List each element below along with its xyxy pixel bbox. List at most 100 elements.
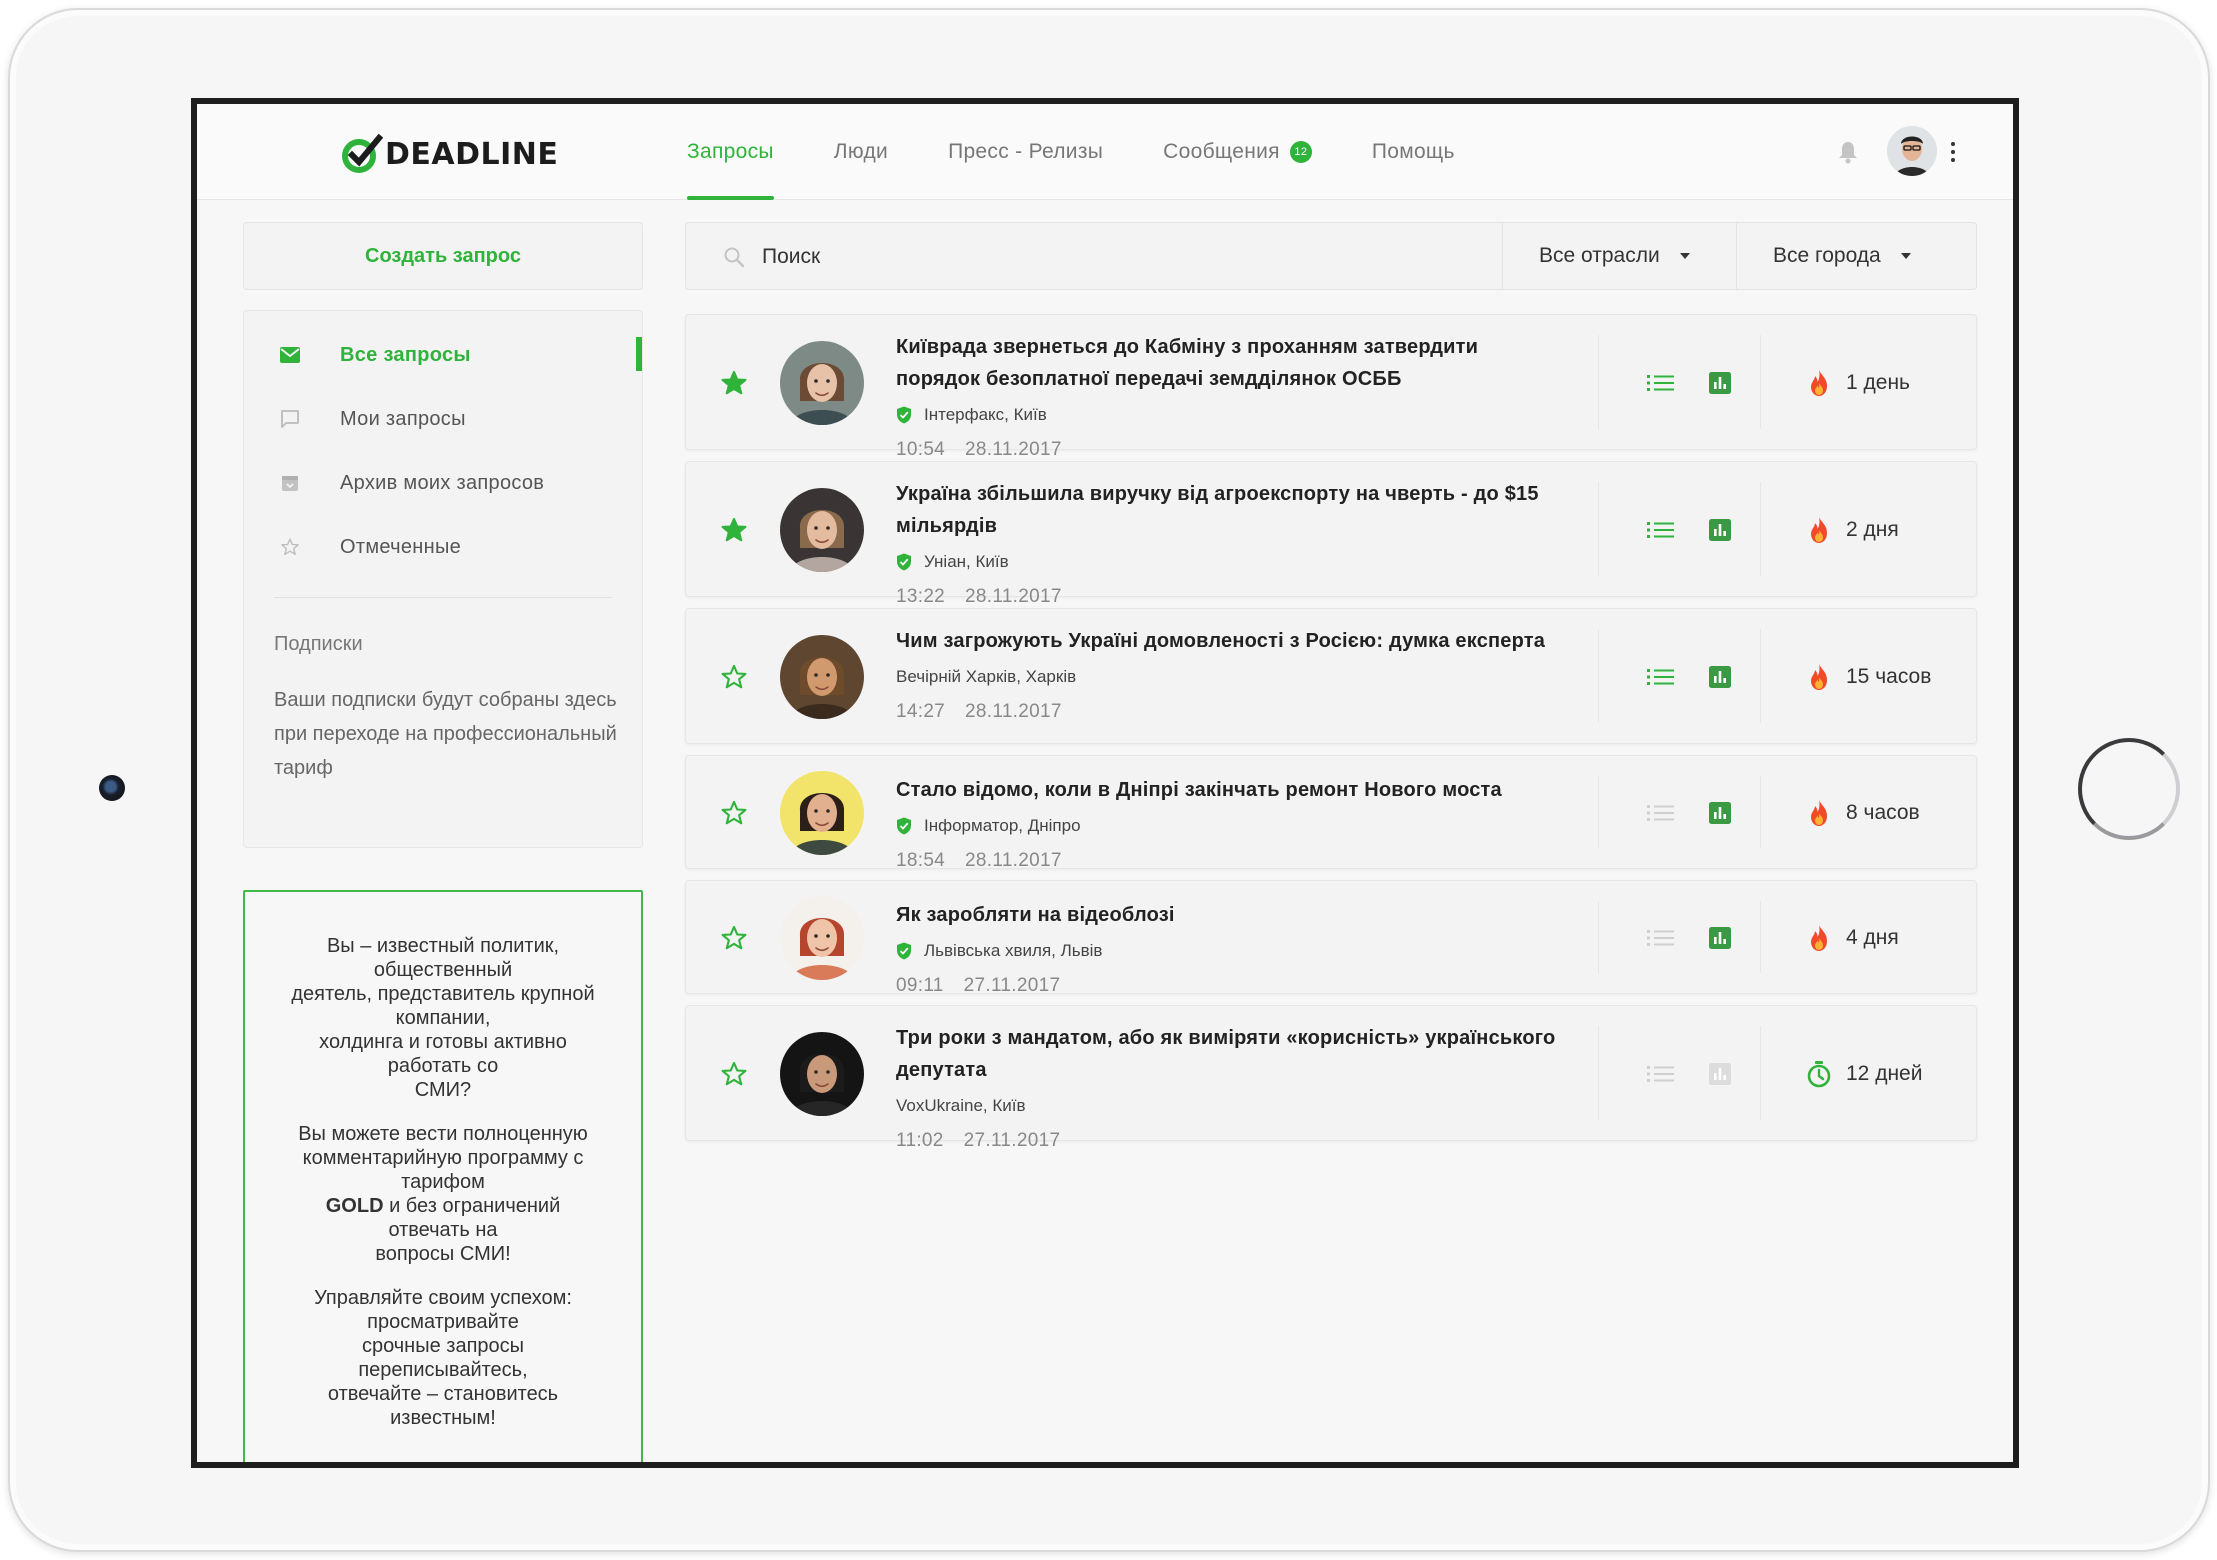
bar-chart-icon[interactable] [1708, 371, 1732, 395]
bar-chart-icon[interactable] [1708, 926, 1732, 950]
list-icon[interactable] [1646, 801, 1676, 825]
request-title[interactable]: Чим загрожують Україні домовленості з Ро… [896, 625, 1556, 657]
request-card[interactable]: Три роки з мандатом, або як виміряти «ко… [685, 1005, 1977, 1151]
star-filled-icon[interactable] [720, 369, 748, 397]
nav-label: Помощь [1371, 140, 1455, 163]
bar-chart-icon[interactable] [1708, 518, 1732, 542]
nav-label: Люди [833, 140, 889, 163]
nav-item-help[interactable]: Помощь [1372, 104, 1455, 200]
user-avatar[interactable] [1887, 126, 1937, 176]
author-photo [780, 1032, 864, 1116]
bar-chart-icon[interactable] [1708, 665, 1732, 689]
divider [1760, 1026, 1761, 1120]
request-body: Україна збільшила виручку від агроекспор… [896, 478, 1556, 608]
request-date: 27.11.2017 [963, 1130, 1061, 1151]
logo-text: DEADLINE [385, 136, 559, 172]
request-meta: 14:27 28.11.2017 [896, 701, 1556, 723]
request-date: 28.11.2017 [965, 850, 1062, 871]
request-body: Як заробляти на відеоблозі Львівська хви… [896, 899, 1556, 997]
source-label: VoxUkraine, Київ [896, 1096, 1026, 1115]
star-filled-icon[interactable] [720, 516, 748, 544]
source-label: Вечірній Харків, Харків [896, 667, 1077, 686]
list-icon[interactable] [1646, 518, 1676, 542]
request-card[interactable]: Чим загрожують Україні домовленості з Ро… [685, 608, 1977, 744]
nav-item-messages[interactable]: Сообщения 12 [1163, 104, 1312, 200]
nav-item-requests[interactable]: Запросы [687, 104, 774, 200]
list-icon[interactable] [1646, 371, 1676, 395]
sidebar-item-my-requests[interactable]: Мои запросы [244, 391, 642, 447]
sidebar-item-label: Архив моих запросов [340, 471, 545, 494]
request-time: 13:22 [896, 586, 946, 607]
star-outline-icon[interactable] [720, 663, 748, 691]
kebab-menu-icon[interactable] [1947, 132, 1959, 172]
star-outline-icon[interactable] [720, 799, 748, 827]
deadline-indicator: 8 часов [1806, 799, 1920, 827]
source-label: Інформатор, Дніпро [924, 816, 1081, 835]
request-card[interactable]: Стало відомо, коли в Дніпрі закінчать ре… [685, 755, 1977, 872]
request-title[interactable]: Стало відомо, коли в Дніпрі закінчать ре… [896, 774, 1556, 806]
list-icon[interactable] [1646, 1062, 1676, 1086]
bar-chart-icon[interactable] [1708, 1062, 1732, 1086]
promo-tariff-name: GOLD [325, 1195, 384, 1217]
request-title[interactable]: Київрада звернеться до Кабміну з проханн… [896, 331, 1556, 395]
nav-item-people[interactable]: Люди [834, 104, 888, 200]
author-avatar[interactable] [780, 771, 864, 855]
sidebar-item-label: Отмеченные [340, 535, 462, 558]
subscriptions-title: Подписки [274, 633, 363, 655]
create-request-button[interactable]: Создать запрос [243, 222, 643, 290]
search-bar: Все отрасли Все города [685, 222, 1977, 290]
city-filter-dropdown[interactable]: Все города [1736, 223, 1976, 289]
star-outline-icon[interactable] [720, 924, 748, 952]
promo-paragraph-2: Вы можете вести полноценную комментарийн… [263, 1122, 623, 1266]
nav-item-press-releases[interactable]: Пресс - Релизы [948, 104, 1103, 200]
author-avatar[interactable] [780, 488, 864, 572]
star-outline-icon [278, 535, 302, 559]
home-button[interactable] [2078, 738, 2180, 840]
verified-shield-icon [897, 406, 911, 424]
fire-icon [1811, 517, 1827, 543]
list-icon[interactable] [1646, 665, 1676, 689]
star-outline-icon[interactable] [720, 1060, 748, 1088]
request-title[interactable]: Як заробляти на відеоблозі [896, 899, 1556, 931]
request-time: 18:54 [896, 850, 946, 871]
request-source: Львівська хвиля, Львів [896, 941, 1556, 961]
author-avatar[interactable] [780, 341, 864, 425]
request-card[interactable]: Київрада звернеться до Кабміну з проханн… [685, 314, 1977, 460]
request-meta: 18:54 28.11.2017 [896, 850, 1556, 872]
request-source: VoxUkraine, Київ [896, 1096, 1556, 1116]
mail-icon [278, 343, 302, 367]
source-label: Уніан, Київ [924, 552, 1009, 571]
author-avatar[interactable] [780, 635, 864, 719]
request-title[interactable]: Україна збільшила виручку від агроекспор… [896, 478, 1556, 542]
top-header: DEADLINE Запросы Люди Пресс - Релизы Соо… [197, 104, 2013, 200]
divider [1760, 482, 1761, 576]
fire-icon [1811, 370, 1827, 396]
promo-paragraph-1: Вы – известный политик, общественный дея… [291, 935, 595, 1101]
logo[interactable]: DEADLINE [339, 130, 558, 178]
request-card[interactable]: Як заробляти на відеоблозі Львівська хви… [685, 880, 1977, 997]
deadline-indicator: 1 день [1806, 369, 1910, 397]
industry-filter-dropdown[interactable]: Все отрасли [1502, 223, 1736, 289]
verified-shield-icon [897, 553, 911, 571]
deadline-indicator: 2 дня [1806, 516, 1899, 544]
bar-chart-icon[interactable] [1708, 801, 1732, 825]
request-card[interactable]: Україна збільшила виручку від агроекспор… [685, 461, 1977, 607]
promo-paragraph-3: Управляйте своим успехом: просматривайте… [314, 1287, 572, 1429]
bell-icon[interactable] [1837, 140, 1859, 164]
camera-icon [99, 775, 125, 801]
request-title[interactable]: Три роки з мандатом, або як виміряти «ко… [896, 1022, 1556, 1086]
request-source: Уніан, Київ [896, 552, 1556, 572]
divider [1598, 901, 1599, 973]
filter-label: Все отрасли [1539, 244, 1660, 267]
author-avatar[interactable] [780, 1032, 864, 1116]
fire-icon [1811, 800, 1827, 826]
sidebar-item-archive[interactable]: Архив моих запросов [244, 455, 642, 511]
sidebar-item-starred[interactable]: Отмеченные [244, 519, 642, 575]
deadline-label: 15 часов [1846, 665, 1932, 688]
verified-shield-icon [897, 817, 911, 835]
list-icon[interactable] [1646, 926, 1676, 950]
sidebar-item-all-requests[interactable]: Все запросы [244, 327, 642, 383]
search-input[interactable] [762, 235, 1362, 279]
deadline-indicator: 12 дней [1806, 1060, 1922, 1088]
author-avatar[interactable] [780, 896, 864, 980]
